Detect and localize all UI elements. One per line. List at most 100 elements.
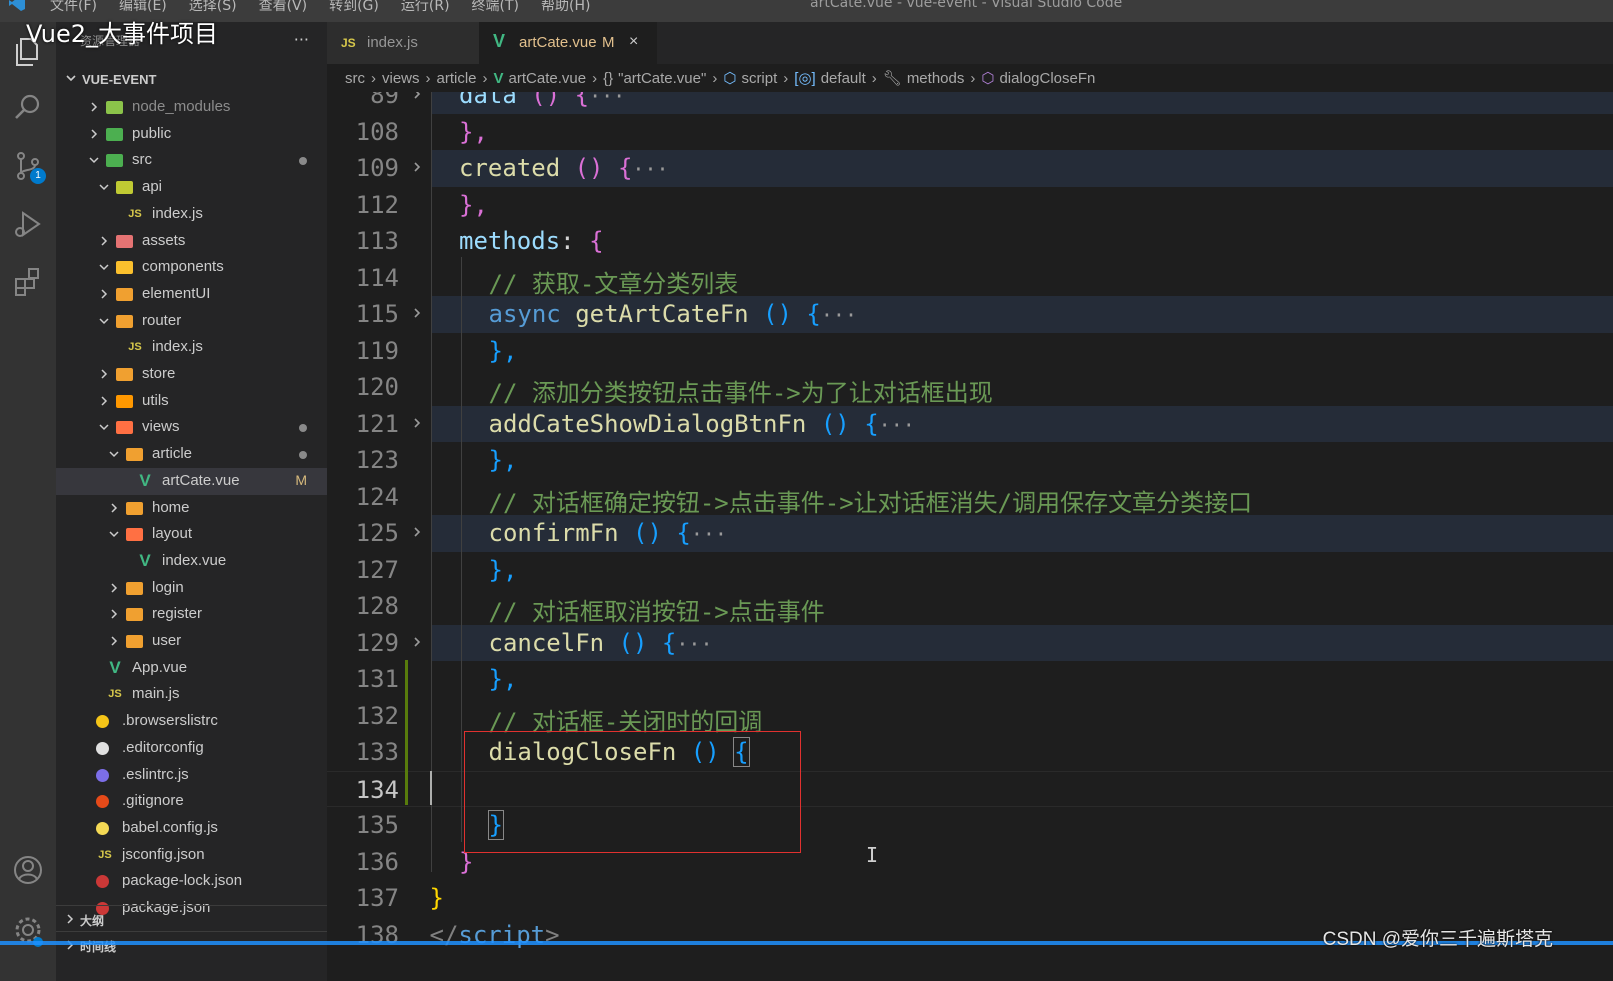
tree-item[interactable]: router xyxy=(56,308,327,335)
close-icon[interactable]: × xyxy=(629,33,638,51)
tree-item[interactable]: register xyxy=(56,601,327,628)
fold-ellipsis[interactable]: ··· xyxy=(821,303,857,327)
menu-go[interactable]: 转到(G) xyxy=(329,0,379,15)
breadcrumb-script[interactable]: script xyxy=(741,70,777,87)
tab-index-js[interactable]: JS index.js xyxy=(327,22,479,64)
tree-item[interactable]: login xyxy=(56,575,327,602)
vscode-logo-icon xyxy=(9,0,25,11)
tree-item[interactable]: user xyxy=(56,628,327,655)
code-brace-close: }, xyxy=(459,190,488,219)
breadcrumb-src[interactable]: src xyxy=(345,70,365,87)
fold-ellipsis[interactable]: ··· xyxy=(676,632,712,656)
tree-item[interactable]: JS index.js xyxy=(56,201,327,228)
source-control-button[interactable]: 1 xyxy=(0,140,56,192)
tree-item-label: src xyxy=(132,151,152,169)
breadcrumb-file[interactable]: artCate.vue xyxy=(509,70,587,87)
modified-dot xyxy=(299,424,307,433)
tree-item[interactable]: utils xyxy=(56,388,327,415)
line-number: 136 xyxy=(355,847,399,876)
tree-item-label: article xyxy=(152,445,193,463)
fold-chevron-icon[interactable] xyxy=(411,160,423,174)
breadcrumb-default[interactable]: default xyxy=(821,70,866,87)
fold-chevron-icon[interactable] xyxy=(411,416,423,430)
fold-chevron-icon[interactable] xyxy=(411,306,423,320)
workspace-root[interactable]: VUE-EVENT xyxy=(56,66,327,92)
more-actions-icon[interactable]: ··· xyxy=(294,30,309,49)
js-file-icon: JS xyxy=(128,207,142,220)
menu-help[interactable]: 帮助(H) xyxy=(541,0,590,15)
breadcrumb-article[interactable]: article xyxy=(437,70,477,87)
tree-item[interactable]: components xyxy=(56,254,327,281)
run-debug-button[interactable] xyxy=(0,198,56,250)
vue-file-icon: V xyxy=(139,550,151,570)
tree-item[interactable]: VartCate.vue M xyxy=(56,467,327,495)
tree-item[interactable]: api xyxy=(56,174,327,201)
menu-file[interactable]: 文件(F) xyxy=(50,0,97,15)
breadcrumb-views[interactable]: views xyxy=(382,70,420,87)
code-comment: // 对话框取消按钮->点击事件 xyxy=(488,598,825,626)
tree-item[interactable]: .eslintrc.js xyxy=(56,762,327,789)
tree-item[interactable]: package-lock.json xyxy=(56,868,327,895)
fold-ellipsis[interactable]: ··· xyxy=(589,92,625,108)
menu-items: 文件(F) 编辑(E) 选择(S) 查看(V) 转到(G) 运行(R) 终端(T… xyxy=(50,0,590,15)
tree-item[interactable]: node_modules xyxy=(56,94,327,121)
breadcrumb-methods[interactable]: methods xyxy=(907,70,965,87)
tree-item[interactable]: layout xyxy=(56,521,327,548)
menu-terminal[interactable]: 终端(T) xyxy=(472,0,519,15)
menu-view[interactable]: 查看(V) xyxy=(259,0,308,15)
tree-item[interactable]: home xyxy=(56,495,327,522)
settings-button[interactable] xyxy=(0,904,56,956)
wrench-icon: 🔧︎ xyxy=(882,70,902,87)
tree-item[interactable]: views xyxy=(56,414,327,441)
text-cursor xyxy=(430,771,432,805)
extensions-button[interactable] xyxy=(0,256,56,308)
fold-chevron-icon[interactable] xyxy=(411,635,423,649)
fold-chevron-icon[interactable] xyxy=(411,525,423,539)
outline-section[interactable]: 大纲 xyxy=(56,905,327,931)
tree-item[interactable]: JS main.js xyxy=(56,681,327,708)
modified-dot xyxy=(299,451,307,460)
tree-item[interactable]: .editorconfig xyxy=(56,735,327,762)
variable-icon: [◎] xyxy=(794,70,816,87)
fold-ellipsis[interactable]: ··· xyxy=(691,522,727,546)
tree-item[interactable]: article xyxy=(56,441,327,468)
tree-item-label: assets xyxy=(142,231,186,249)
tab-artcate-vue[interactable]: V artCate.vue M × xyxy=(479,22,657,64)
tree-item-label: node_modules xyxy=(132,98,231,115)
tree-item[interactable]: babel.config.js xyxy=(56,815,327,842)
tree-item[interactable]: JS index.js xyxy=(56,334,327,361)
tree-item-label: artCate.vue xyxy=(162,471,240,489)
code-brace: { xyxy=(661,628,677,657)
fold-ellipsis[interactable]: ··· xyxy=(632,157,668,181)
indent-guide xyxy=(431,92,432,872)
tree-item[interactable]: .gitignore xyxy=(56,788,327,815)
breadcrumb: src › views › article › VartCate.vue › {} "ar… xyxy=(327,64,1613,92)
braces-icon: {} xyxy=(603,69,614,87)
tree-item[interactable]: src xyxy=(56,147,327,174)
chevron-right-icon: › xyxy=(871,69,877,87)
tree-item[interactable]: Vindex.vue xyxy=(56,548,327,575)
tree-item[interactable]: elementUI xyxy=(56,281,327,308)
tree-item[interactable]: .browserslistrc xyxy=(56,708,327,735)
tree-item[interactable]: JS jsconfig.json xyxy=(56,842,327,869)
menu-run[interactable]: 运行(R) xyxy=(401,0,450,15)
code-line-125: confirmFn () {··· xyxy=(489,519,727,547)
chevron-down-icon xyxy=(99,184,109,191)
fold-chevron-icon[interactable] xyxy=(411,92,423,101)
tree-item[interactable]: store xyxy=(56,361,327,388)
tree-item[interactable]: public xyxy=(56,121,327,148)
tree-item[interactable]: assets xyxy=(56,228,327,255)
menu-edit[interactable]: 编辑(E) xyxy=(119,0,167,15)
chevron-right-icon xyxy=(111,609,118,619)
menu-selection[interactable]: 选择(S) xyxy=(189,0,237,15)
video-overlay-title: Vue2_大事件项目 xyxy=(26,20,219,48)
breadcrumb-dialogclosefn[interactable]: dialogCloseFn xyxy=(999,70,1095,87)
accounts-button[interactable] xyxy=(0,844,56,896)
code-brace-close: }, xyxy=(459,117,488,146)
code-brace: { xyxy=(676,519,691,547)
breadcrumb-module[interactable]: "artCate.vue" xyxy=(618,70,706,87)
tree-item-label: components xyxy=(142,258,224,276)
tree-item[interactable]: V App.vue xyxy=(56,655,327,682)
fold-ellipsis[interactable]: ··· xyxy=(879,413,915,437)
search-button[interactable] xyxy=(0,82,56,134)
